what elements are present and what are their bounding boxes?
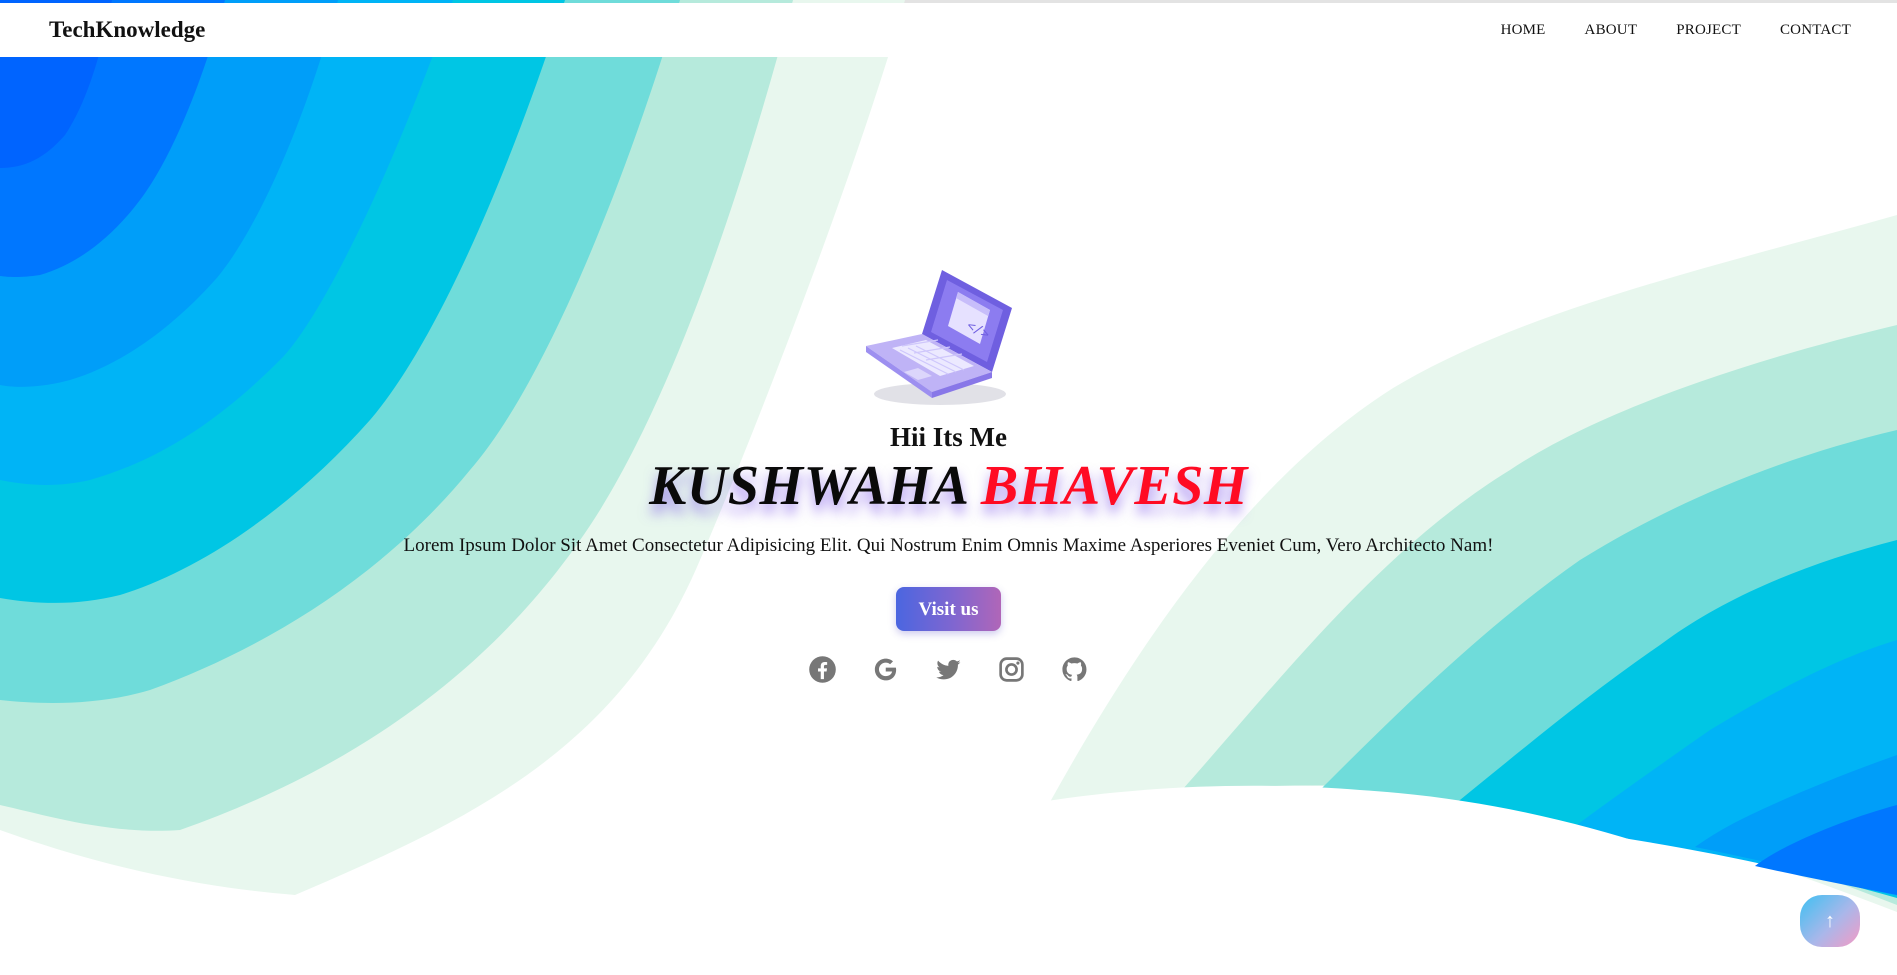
nav-project-link[interactable]: PROJECT <box>1676 22 1741 39</box>
google-icon[interactable] <box>871 655 900 684</box>
twitter-icon[interactable] <box>934 655 963 684</box>
nav-home-link[interactable]: HOME <box>1501 22 1546 39</box>
name-last: BHAVESH <box>980 455 1248 517</box>
hero-name: KUSHWAHA BHAVESH <box>0 454 1897 518</box>
nav-contact-link[interactable]: CONTACT <box>1780 22 1851 39</box>
laptop-code-illustration: </> <box>862 262 1036 410</box>
instagram-icon[interactable] <box>997 655 1026 684</box>
github-icon[interactable] <box>1060 655 1089 684</box>
facebook-icon[interactable] <box>808 655 837 684</box>
hero-section: </> Hii Its Me KUSHWAHA BHAVESH Lorem Ip… <box>0 262 1897 684</box>
nav-links: HOME ABOUT PROJECT CONTACT <box>1501 22 1851 39</box>
hero-description: Lorem Ipsum Dolor Sit Amet Consectetur A… <box>403 535 1494 556</box>
name-first: KUSHWAHA <box>649 455 967 517</box>
scroll-to-top-button[interactable]: ↑ <box>1800 895 1860 947</box>
nav-about-link[interactable]: ABOUT <box>1585 22 1638 39</box>
social-links <box>0 655 1897 684</box>
greeting-text: Hii Its Me <box>890 422 1007 452</box>
brand-logo[interactable]: TechKnowledge <box>49 17 205 43</box>
navbar: TechKnowledge HOME ABOUT PROJECT CONTACT <box>0 3 1897 57</box>
visit-us-button[interactable]: Visit us <box>896 587 1001 631</box>
arrow-up-icon: ↑ <box>1825 910 1835 932</box>
